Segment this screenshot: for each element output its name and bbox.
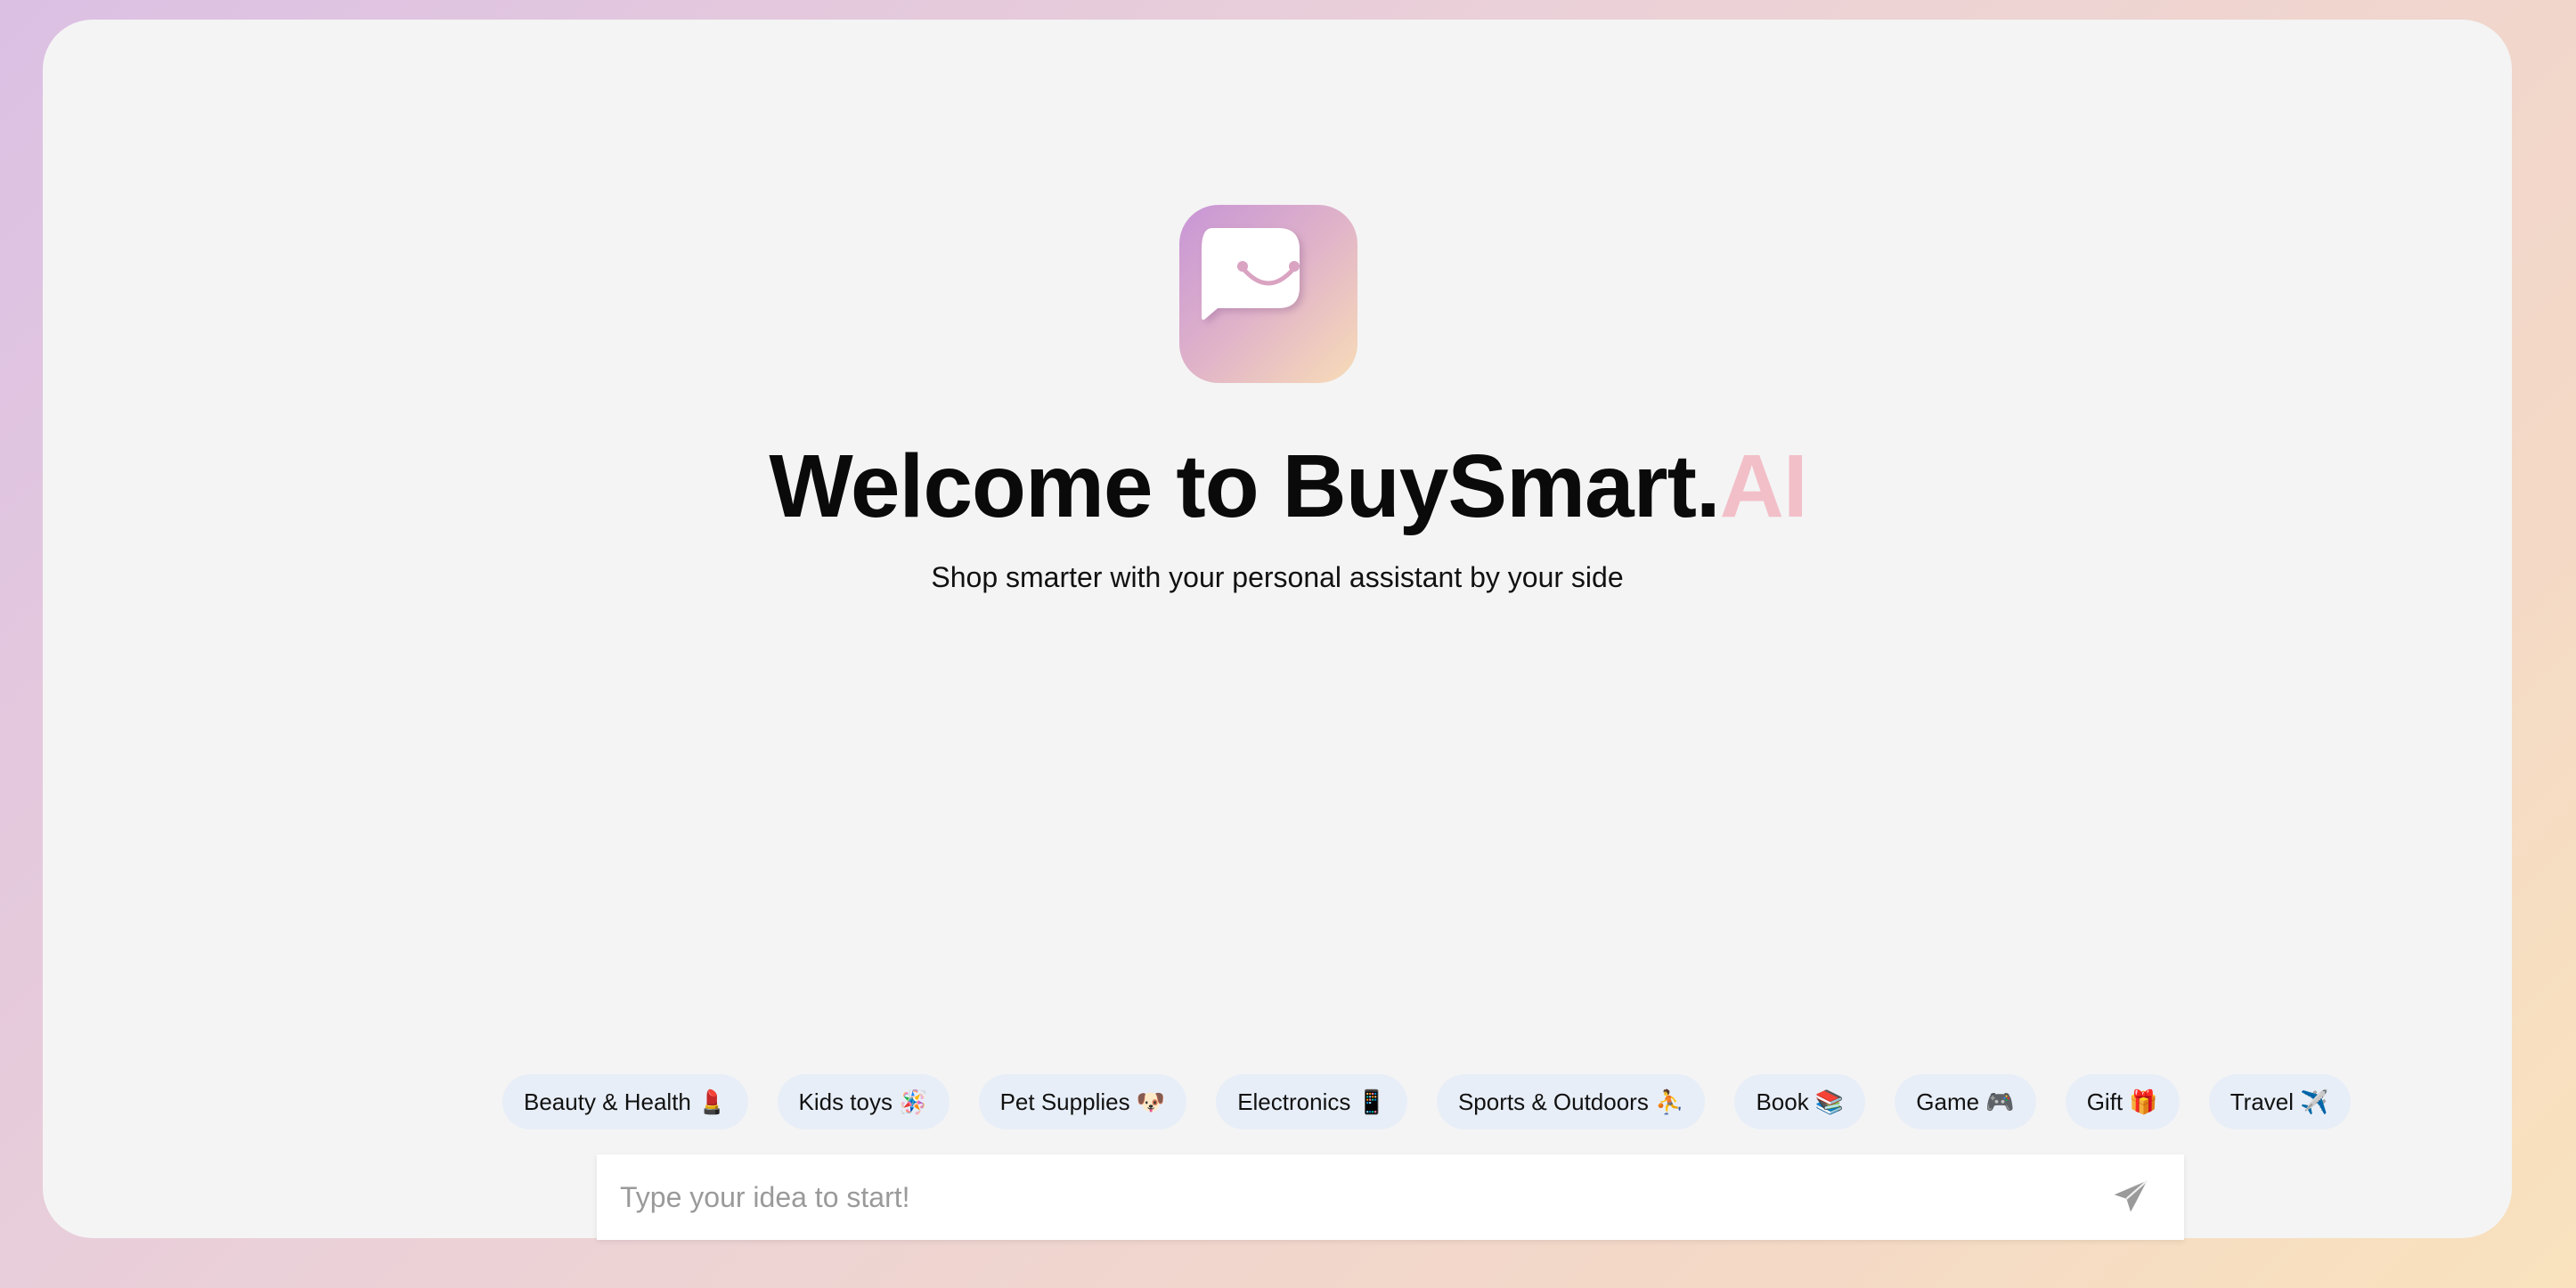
page-title: Welcome to BuySmart.AI [0,433,2576,540]
shopping-bag-chat-icon [1202,228,1300,320]
chip-electronics[interactable]: Electronics 📱 [1216,1074,1407,1129]
prompt-bar [597,1154,2184,1240]
category-chips: Beauty & Health 💄 Kids toys 🪅 Pet Suppli… [502,1074,2351,1129]
send-icon [2114,1179,2148,1212]
page-subtitle: Shop smarter with your personal assistan… [931,561,1624,593]
chip-game[interactable]: Game 🎮 [1895,1074,2036,1129]
chip-kids-toys[interactable]: Kids toys 🪅 [777,1074,950,1129]
send-button[interactable] [2111,1178,2150,1217]
chip-pet-supplies[interactable]: Pet Supplies 🐶 [978,1074,1187,1129]
chip-beauty-health[interactable]: Beauty & Health 💄 [502,1074,748,1129]
chip-sports-outdoors[interactable]: Sports & Outdoors ⛹️ [1436,1074,1706,1129]
app-logo [1179,205,1357,383]
chip-book[interactable]: Book 📚 [1734,1074,1866,1129]
prompt-input[interactable] [597,1154,2093,1240]
main-card [43,20,2512,1238]
title-accent: AI [1719,436,1808,536]
chip-gift[interactable]: Gift 🎁 [2065,1074,2180,1129]
chip-travel[interactable]: Travel ✈️ [2208,1074,2351,1129]
title-main: Welcome to BuySmart. [769,436,1720,536]
